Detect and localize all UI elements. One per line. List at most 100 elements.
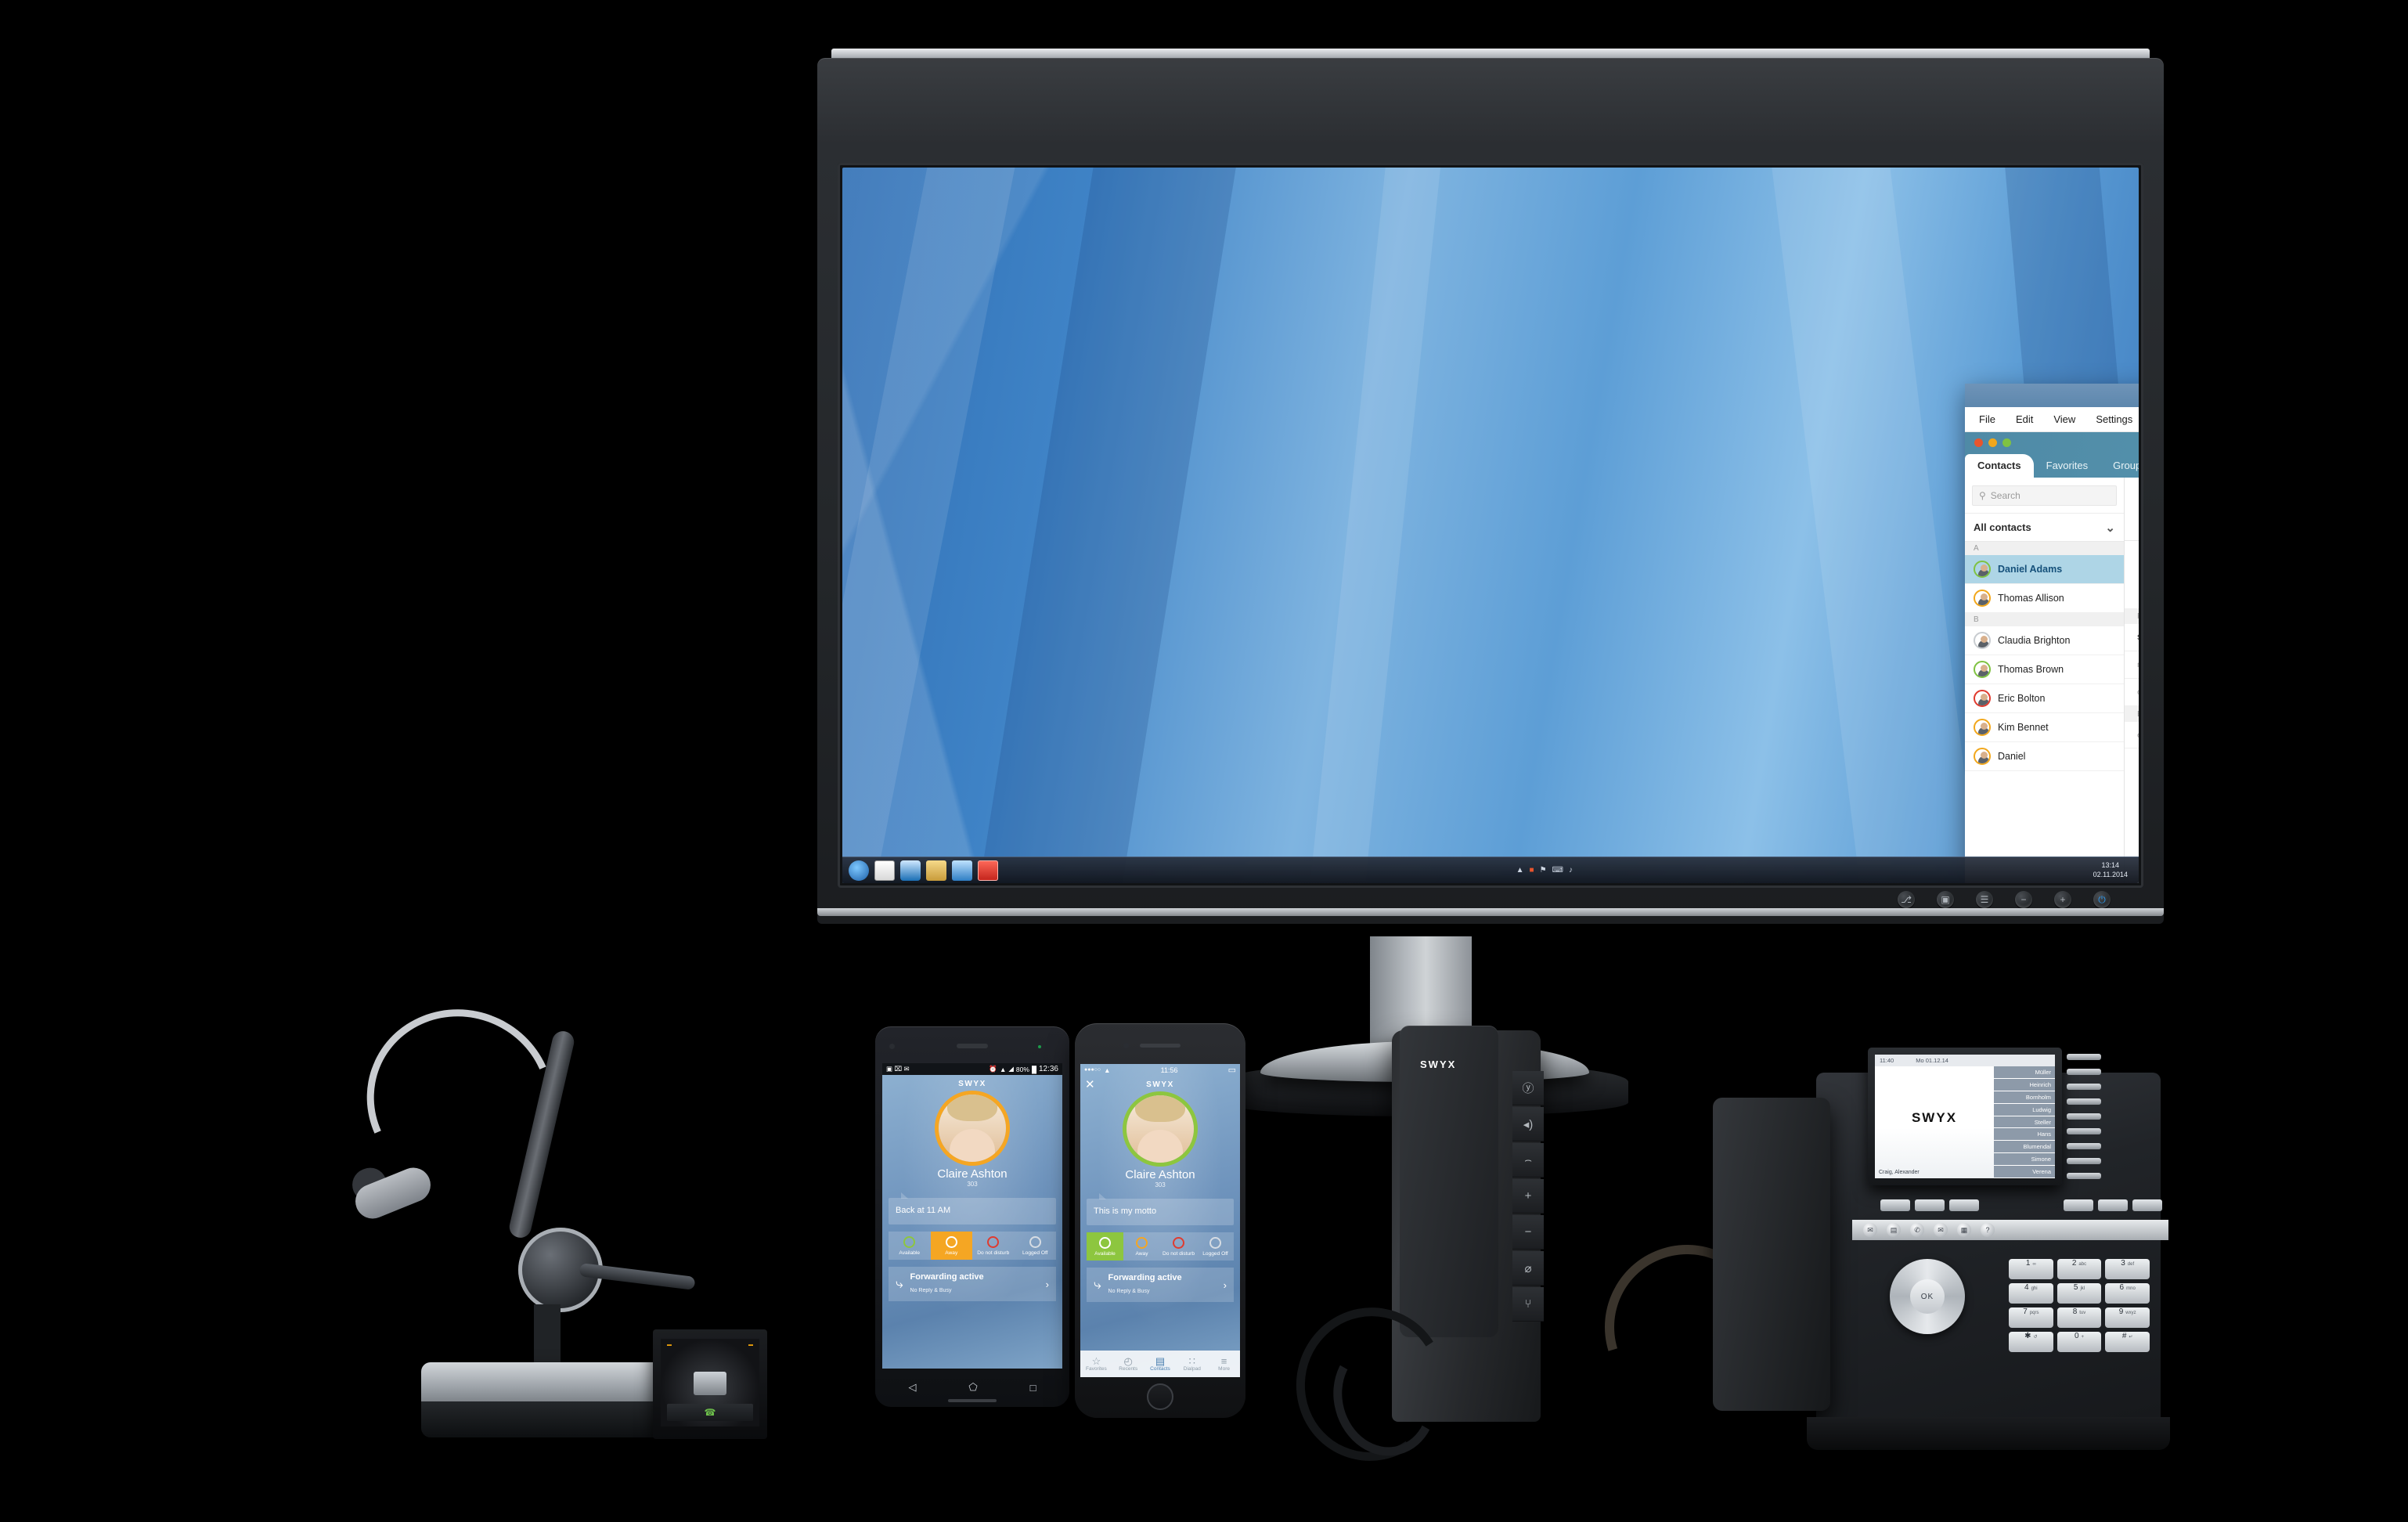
swyx-app-icon[interactable] — [874, 860, 895, 881]
tray-flag-icon[interactable]: ⚑ — [1540, 866, 1547, 875]
contact-row-daniel-adams[interactable]: Daniel Adams — [1965, 555, 2124, 584]
home-button[interactable] — [1147, 1383, 1173, 1410]
line-key-button[interactable] — [2067, 1143, 2101, 1149]
line-key-button[interactable] — [2067, 1113, 2101, 1120]
line-key-label[interactable]: Ludwig — [1994, 1103, 2055, 1116]
line-key-button[interactable] — [2067, 1054, 2101, 1060]
menu-item-file[interactable]: File — [1979, 413, 1995, 425]
volume-down-icon[interactable]: − — [1512, 1215, 1544, 1250]
dp-key-8[interactable]: 8 tuv — [2057, 1307, 2102, 1328]
tab-dialpad[interactable]: ∷ Dialpad — [1176, 1356, 1208, 1372]
phone-row-mobile[interactable]: mobile +44 123 456789 — [2125, 651, 2139, 679]
contact-row-claudia-brighton[interactable]: Claudia Brighton — [1965, 626, 2124, 655]
dp-key-3[interactable]: 3 def — [2105, 1259, 2150, 1279]
state-do-not-disturb[interactable]: Do not disturb — [972, 1232, 1015, 1260]
email-row[interactable]: email daniel.adams@swyx.com — [2125, 722, 2139, 748]
dp-key-star[interactable]: ✱ ↺ — [2009, 1332, 2053, 1352]
search-input[interactable]: ⚲ Search — [1972, 485, 2117, 506]
media-player-icon[interactable] — [952, 860, 972, 881]
voicemail-icon[interactable]: ✉ — [1934, 1223, 1948, 1237]
ok-button[interactable]: OK — [1910, 1279, 1945, 1314]
line-key-button[interactable] — [2067, 1069, 2101, 1075]
mute-icon[interactable]: ⌀ — [1512, 1251, 1544, 1286]
speaker-key[interactable] — [2064, 1199, 2093, 1211]
dp-key-6[interactable]: 6 mno — [2105, 1283, 2150, 1304]
home-icon[interactable]: ⬠ — [968, 1381, 977, 1394]
line-key-label[interactable]: Simone — [1994, 1153, 2055, 1167]
volume-up-icon[interactable]: + — [2054, 891, 2071, 908]
swyx-key-icon[interactable]: ⓨ — [1512, 1071, 1544, 1105]
tab-recents[interactable]: ◴ Recents — [1112, 1356, 1145, 1372]
state-away[interactable]: Away — [930, 1232, 972, 1260]
tray-swyx-icon[interactable]: ■ — [1530, 866, 1534, 875]
messages-icon[interactable]: ✉ — [1863, 1223, 1877, 1237]
tab-groups[interactable]: Groups — [2100, 454, 2139, 478]
dp-key-hash[interactable]: # ↵ — [2105, 1332, 2150, 1352]
menu-icon[interactable]: ▦ — [1957, 1223, 1971, 1237]
help-icon[interactable]: ? — [1981, 1223, 1995, 1237]
tray-volume-icon[interactable]: ♪ — [1569, 866, 1573, 875]
phone-row-office[interactable]: office +44 12 345 678123 — [2125, 679, 2139, 706]
line-key-label[interactable]: Verena — [1994, 1166, 2055, 1179]
line-key-button[interactable] — [2067, 1173, 2101, 1179]
call-list-icon[interactable]: ✆ — [1910, 1223, 1924, 1237]
start-orb-icon[interactable] — [849, 860, 869, 881]
display-mode-icon[interactable]: ▣ — [1937, 891, 1954, 908]
line-key-button[interactable] — [2067, 1084, 2101, 1090]
tab-contacts[interactable]: ▤ Contacts — [1145, 1356, 1177, 1372]
line-key-button[interactable] — [2067, 1158, 2101, 1164]
menu-item-settings[interactable]: Settings — [2096, 413, 2132, 425]
contact-group-selector[interactable]: All contacts ⌄ — [1965, 514, 2124, 542]
state-logged-off[interactable]: Logged Off — [1197, 1232, 1234, 1261]
explorer-icon[interactable] — [926, 860, 946, 881]
dp-key-1[interactable]: 1 ∞ — [2009, 1259, 2053, 1279]
mute-key[interactable] — [2132, 1199, 2162, 1211]
contact-row-daniel[interactable]: Daniel — [1965, 742, 2124, 771]
redial-key[interactable] — [1880, 1199, 1910, 1211]
headset-icon[interactable]: ⌢ — [1512, 1143, 1544, 1178]
power-icon[interactable]: ⏻ — [2093, 891, 2111, 908]
tab-favorites[interactable]: ☆ Favorites — [1080, 1356, 1112, 1372]
contact-row-thomas-allison[interactable]: Thomas Allison — [1965, 584, 2124, 613]
dp-key-2[interactable]: 2 abc — [2057, 1259, 2102, 1279]
close-icon[interactable]: ✕ — [1085, 1077, 1095, 1091]
dp-key-5[interactable]: 5 jkl — [2057, 1283, 2102, 1304]
line-key-label[interactable]: Bornholm — [1994, 1091, 2055, 1104]
dp-key-9[interactable]: 9 wxyz — [2105, 1307, 2150, 1328]
status-message-input[interactable]: This is my motto — [1087, 1193, 1234, 1225]
state-do-not-disturb[interactable]: Do not disturb — [1160, 1232, 1197, 1261]
contact-row-eric-bolton[interactable]: Eric Bolton — [1965, 684, 2124, 713]
state-away[interactable]: Away — [1123, 1232, 1160, 1261]
dp-key-4[interactable]: 4 ghi — [2009, 1283, 2053, 1304]
headset-key[interactable] — [2098, 1199, 2128, 1211]
input-source-icon[interactable]: ⎇ — [1898, 891, 1915, 908]
internet-explorer-icon[interactable] — [900, 860, 921, 881]
hook-switch-icon[interactable]: ⑂ — [1512, 1287, 1544, 1322]
line-key-label[interactable]: Müller — [1994, 1066, 2055, 1079]
contact-row-kim-bennet[interactable]: Kim Bennet — [1965, 713, 2124, 742]
tab-more[interactable]: ≡ More — [1208, 1356, 1240, 1372]
line-key-label[interactable]: Blumendal — [1994, 1141, 2055, 1154]
speaker-icon[interactable]: ◂) — [1512, 1107, 1544, 1142]
window-title-bar[interactable]: Swyx Client – ❐ X — [1965, 384, 2139, 407]
state-logged-off[interactable]: Logged Off — [1015, 1232, 1057, 1260]
line-key-label[interactable]: Steller — [1994, 1116, 2055, 1129]
forwarding-row[interactable]: ⤷ Forwarding active No Reply & Busy › — [889, 1267, 1056, 1301]
desk-phone-navigation-wheel[interactable]: OK — [1890, 1259, 1965, 1334]
dp-key-0[interactable]: 0 + — [2057, 1332, 2102, 1352]
phonebook-icon[interactable]: ▤ — [1887, 1223, 1901, 1237]
volume-down-icon[interactable]: − — [2015, 891, 2032, 908]
line-key-label[interactable]: Hans — [1994, 1128, 2055, 1142]
line-key-label[interactable]: Heinrich — [1994, 1078, 2055, 1091]
hold-key[interactable] — [1949, 1199, 1979, 1211]
recents-icon[interactable]: □ — [1030, 1382, 1036, 1394]
status-message-input[interactable]: Back at 11 AM — [889, 1192, 1056, 1224]
taskbar-clock[interactable]: 13:14 02.11.2014 — [2093, 861, 2132, 879]
tab-contacts[interactable]: Contacts — [1965, 454, 2034, 478]
swyx-client-taskbar-icon[interactable] — [978, 860, 998, 881]
volume-up-icon[interactable]: + — [1512, 1179, 1544, 1214]
line-key-button[interactable] — [2067, 1128, 2101, 1134]
tray-network-icon[interactable]: ⌨ — [1552, 866, 1563, 875]
transfer-key[interactable] — [1915, 1199, 1945, 1211]
menu-icon[interactable]: ☰ — [1976, 891, 1993, 908]
